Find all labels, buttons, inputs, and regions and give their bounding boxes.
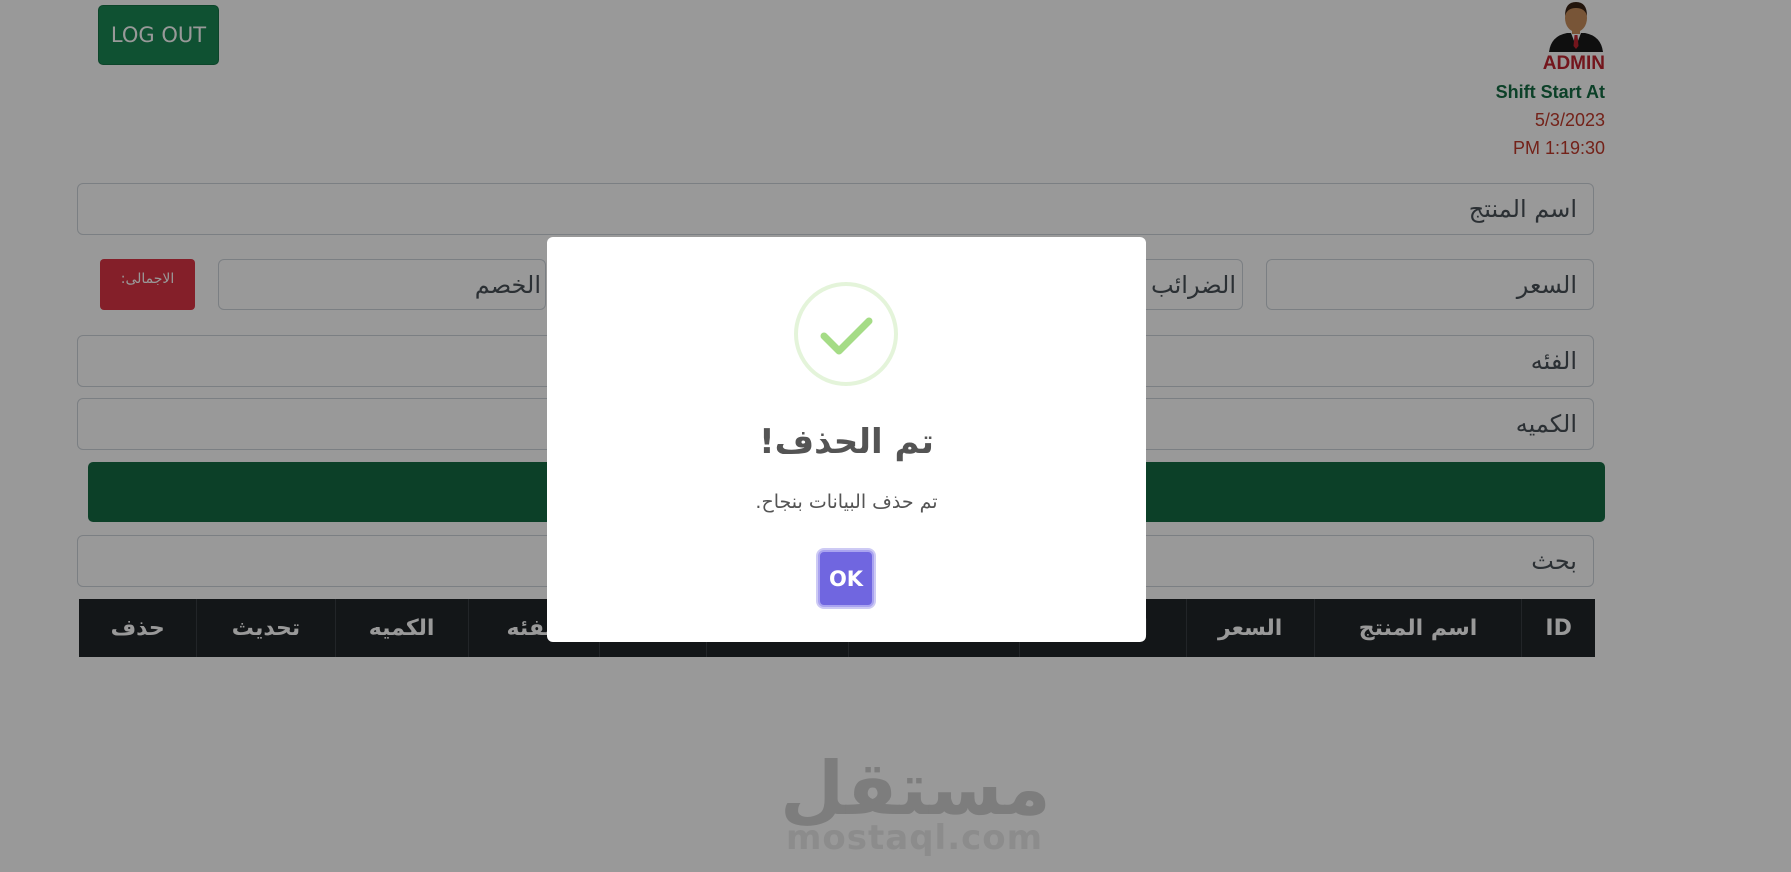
- dialog-message: تم حذف البيانات بنجاح.: [755, 491, 938, 513]
- watermark-latin: mostaql.com: [786, 818, 1044, 858]
- ok-button[interactable]: OK: [818, 550, 874, 607]
- success-check-icon: [794, 282, 898, 386]
- dialog-title: تم الحذف!: [759, 422, 934, 462]
- success-dialog: تم الحذف! تم حذف البيانات بنجاح. OK: [547, 237, 1146, 642]
- watermark-arabic: مستقل: [780, 746, 1051, 832]
